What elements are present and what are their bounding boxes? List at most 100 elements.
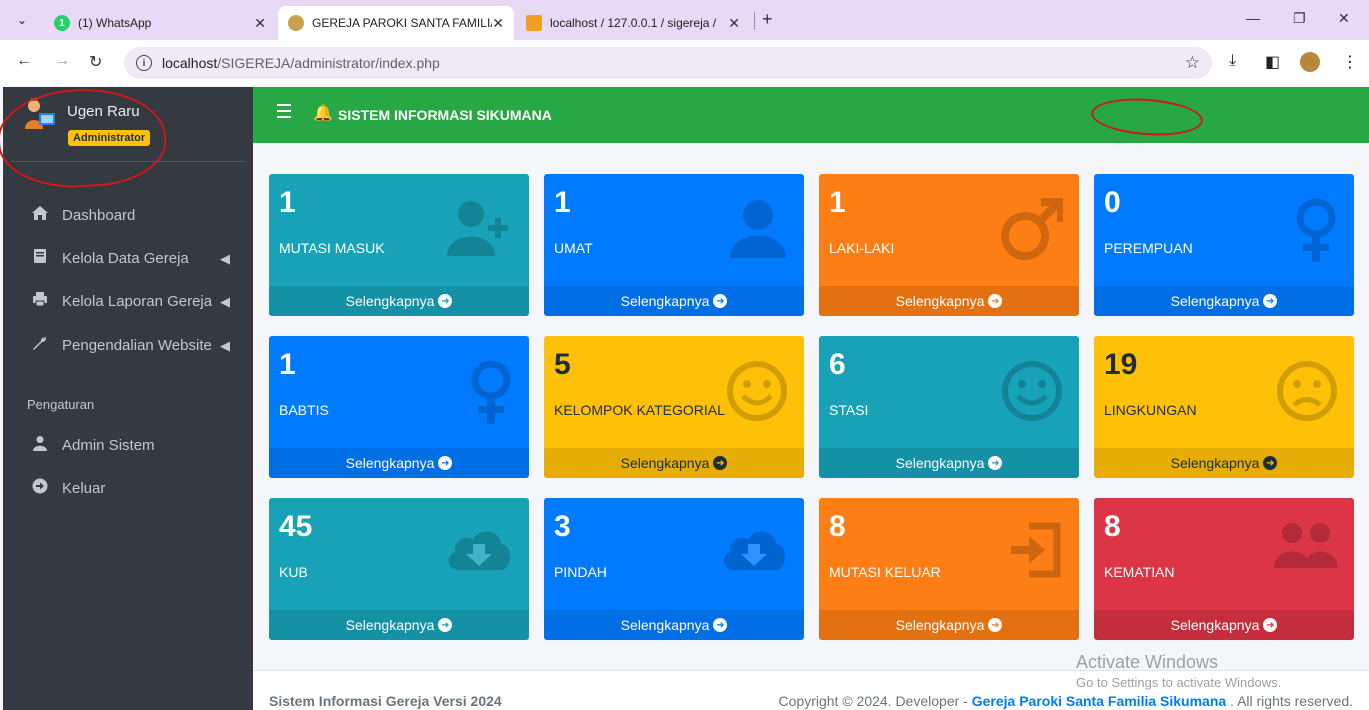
logout-icon [30, 478, 50, 499]
info-box-stasi: 6 STASI Selengkapnya ➜ [819, 336, 1079, 478]
arrow-circle-right-icon: ➜ [988, 456, 1003, 470]
more-info-link[interactable]: Selengkapnya ➜ [269, 610, 529, 640]
sidebar-item-dashboard[interactable]: Dashboard [30, 205, 240, 226]
info-box-label: LINGKUNGAN [1104, 402, 1197, 418]
chevron-left-icon: ◀ [220, 250, 230, 266]
back-icon[interactable]: ← [16, 52, 32, 70]
info-box-kematian: 8 KEMATIAN Selengkapnya ➜ [1094, 498, 1354, 640]
more-info-link[interactable]: Selengkapnya ➜ [1094, 610, 1354, 640]
tab-title: GEREJA PAROKI SANTA FAMILIA [312, 16, 492, 30]
info-box-kub: 45 KUB Selengkapnya ➜ [269, 498, 529, 640]
info-box-label: MUTASI MASUK [279, 240, 385, 256]
more-info-link[interactable]: Selengkapnya ➜ [269, 448, 529, 478]
more-info-label: Selengkapnya [1170, 293, 1260, 309]
side-panel-icon[interactable]: ◧ [1265, 52, 1280, 72]
footer-version: Sistem Informasi Gereja Versi 2024 [269, 693, 502, 709]
admin-avatar-icon [23, 97, 57, 131]
hamburger-menu-icon[interactable] [277, 104, 291, 122]
female-icon [1294, 198, 1338, 269]
arrow-circle-right-icon: ➜ [713, 294, 728, 308]
info-box-mutasi-keluar: 8 MUTASI KELUAR Selengkapnya ➜ [819, 498, 1079, 640]
sidebar-item-kelola-laporan[interactable]: Kelola Laporan Gereja ◀ [30, 291, 240, 312]
new-tab-button[interactable]: + [762, 9, 773, 30]
sidebar-item-label: Dashboard [62, 207, 136, 224]
info-box-label: MUTASI KELUAR [829, 564, 941, 580]
info-box-label: KUB [279, 564, 308, 580]
info-box-label: KEMATIAN [1104, 564, 1175, 580]
info-box-babtis: 1 BABTIS Selengkapnya ➜ [269, 336, 529, 478]
info-box-value: 8 [1104, 510, 1121, 543]
more-info-link[interactable]: Selengkapnya ➜ [544, 610, 804, 640]
tab-title: (1) WhatsApp [78, 16, 152, 30]
arrow-circle-right-icon: ➜ [1263, 294, 1278, 308]
sidebar-item-kelola-data[interactable]: Kelola Data Gereja ◀ [30, 248, 240, 269]
more-info-link[interactable]: Selengkapnya ➜ [819, 286, 1079, 316]
more-info-label: Selengkapnya [620, 455, 710, 471]
arrow-circle-right-icon: ➜ [713, 618, 728, 632]
more-info-link[interactable]: Selengkapnya ➜ [544, 448, 804, 478]
user-name: Ugen Raru [67, 103, 140, 120]
info-box-label: PINDAH [554, 564, 607, 580]
wrench-icon [30, 335, 50, 356]
church-logo-icon [288, 15, 304, 31]
menu-kebab-icon[interactable]: ⋮ [1342, 52, 1358, 72]
profile-avatar[interactable] [1300, 52, 1320, 72]
tab-whatsapp[interactable]: 1 (1) WhatsApp ✕ [44, 6, 276, 40]
more-info-label: Selengkapnya [345, 455, 435, 471]
info-box-label: KELOMPOK KATEGORIAL [554, 402, 725, 418]
info-box-perempuan: 0 PEREMPUAN Selengkapnya ➜ [1094, 174, 1354, 316]
forward-icon[interactable]: → [54, 52, 70, 70]
reload-icon[interactable]: ↻ [89, 52, 102, 72]
address-bar[interactable]: i localhost/SIGEREJA/administrator/index… [124, 47, 1212, 79]
windows-activation-watermark: Activate Windows Go to Settings to activ… [1076, 652, 1281, 690]
sidebar-item-pengendalian[interactable]: Pengendalian Website ◀ [30, 335, 240, 356]
sidebar-item-label: Kelola Data Gereja [62, 250, 189, 267]
close-icon[interactable]: ✕ [728, 15, 740, 32]
site-info-icon[interactable]: i [136, 55, 152, 71]
more-info-link[interactable]: Selengkapnya ➜ [819, 610, 1079, 640]
tab-phpmyadmin[interactable]: localhost / 127.0.0.1 / sigereja / ✕ [516, 6, 750, 40]
info-box-label: PEREMPUAN [1104, 240, 1193, 256]
browser-tab-bar: ⌄ 1 (1) WhatsApp ✕ GEREJA PAROKI SANTA F… [0, 0, 1369, 40]
whatsapp-icon: 1 [54, 15, 70, 31]
app-title: SISTEM INFORMASI SIKUMANA [338, 107, 552, 123]
info-box-value: 1 [554, 186, 571, 219]
tab-search-button[interactable]: ⌄ [10, 9, 34, 31]
user-panel[interactable]: Ugen Raru [23, 97, 140, 131]
cloud-download-icon [445, 522, 513, 577]
user-icon [30, 435, 50, 456]
info-box-value: 1 [279, 186, 296, 219]
more-info-label: Selengkapnya [1170, 617, 1260, 633]
more-info-link[interactable]: Selengkapnya ➜ [819, 448, 1079, 478]
more-info-link[interactable]: Selengkapnya ➜ [1094, 286, 1354, 316]
minimize-icon[interactable]: — [1246, 10, 1260, 26]
main-header: 🔔 SISTEM INFORMASI SIKUMANA [253, 87, 1369, 143]
chevron-left-icon: ◀ [220, 337, 230, 353]
more-info-link[interactable]: Selengkapnya ➜ [269, 286, 529, 316]
info-box-value: 5 [554, 348, 571, 381]
developer-link[interactable]: Gereja Paroki Santa Familia Sikumana [972, 693, 1226, 709]
sidebar-item-admin-sistem[interactable]: Admin Sistem [30, 435, 240, 456]
close-icon[interactable]: ✕ [254, 15, 266, 32]
download-icon[interactable]: ⤓ [1229, 52, 1236, 70]
info-box-mutasi-masuk: 1 MUTASI MASUK Selengkapnya ➜ [269, 174, 529, 316]
tab-gereja[interactable]: GEREJA PAROKI SANTA FAMILIA ✕ [278, 6, 514, 40]
more-info-label: Selengkapnya [895, 293, 985, 309]
bookmark-star-icon[interactable]: ☆ [1185, 53, 1200, 73]
close-icon[interactable]: ✕ [492, 15, 504, 32]
more-info-link[interactable]: Selengkapnya ➜ [544, 286, 804, 316]
url-host: localhost [162, 55, 218, 71]
close-window-icon[interactable]: ✕ [1338, 10, 1350, 27]
sidebar-item-keluar[interactable]: Keluar [30, 478, 240, 499]
info-box-umat: 1 UMAT Selengkapnya ➜ [544, 174, 804, 316]
role-badge: Administrator [68, 130, 151, 146]
sidebar-item-label: Keluar [62, 480, 106, 497]
more-info-link[interactable]: Selengkapnya ➜ [1094, 448, 1354, 478]
info-box-value: 45 [279, 510, 313, 543]
sidebar-divider [11, 161, 245, 162]
info-box-value: 1 [829, 186, 846, 219]
restore-icon[interactable]: ❐ [1293, 10, 1306, 27]
sidebar-section-header: Pengaturan [27, 397, 95, 412]
tab-title: localhost / 127.0.0.1 / sigereja / [550, 16, 717, 30]
watermark-subtitle: Go to Settings to activate Windows. [1076, 675, 1282, 690]
